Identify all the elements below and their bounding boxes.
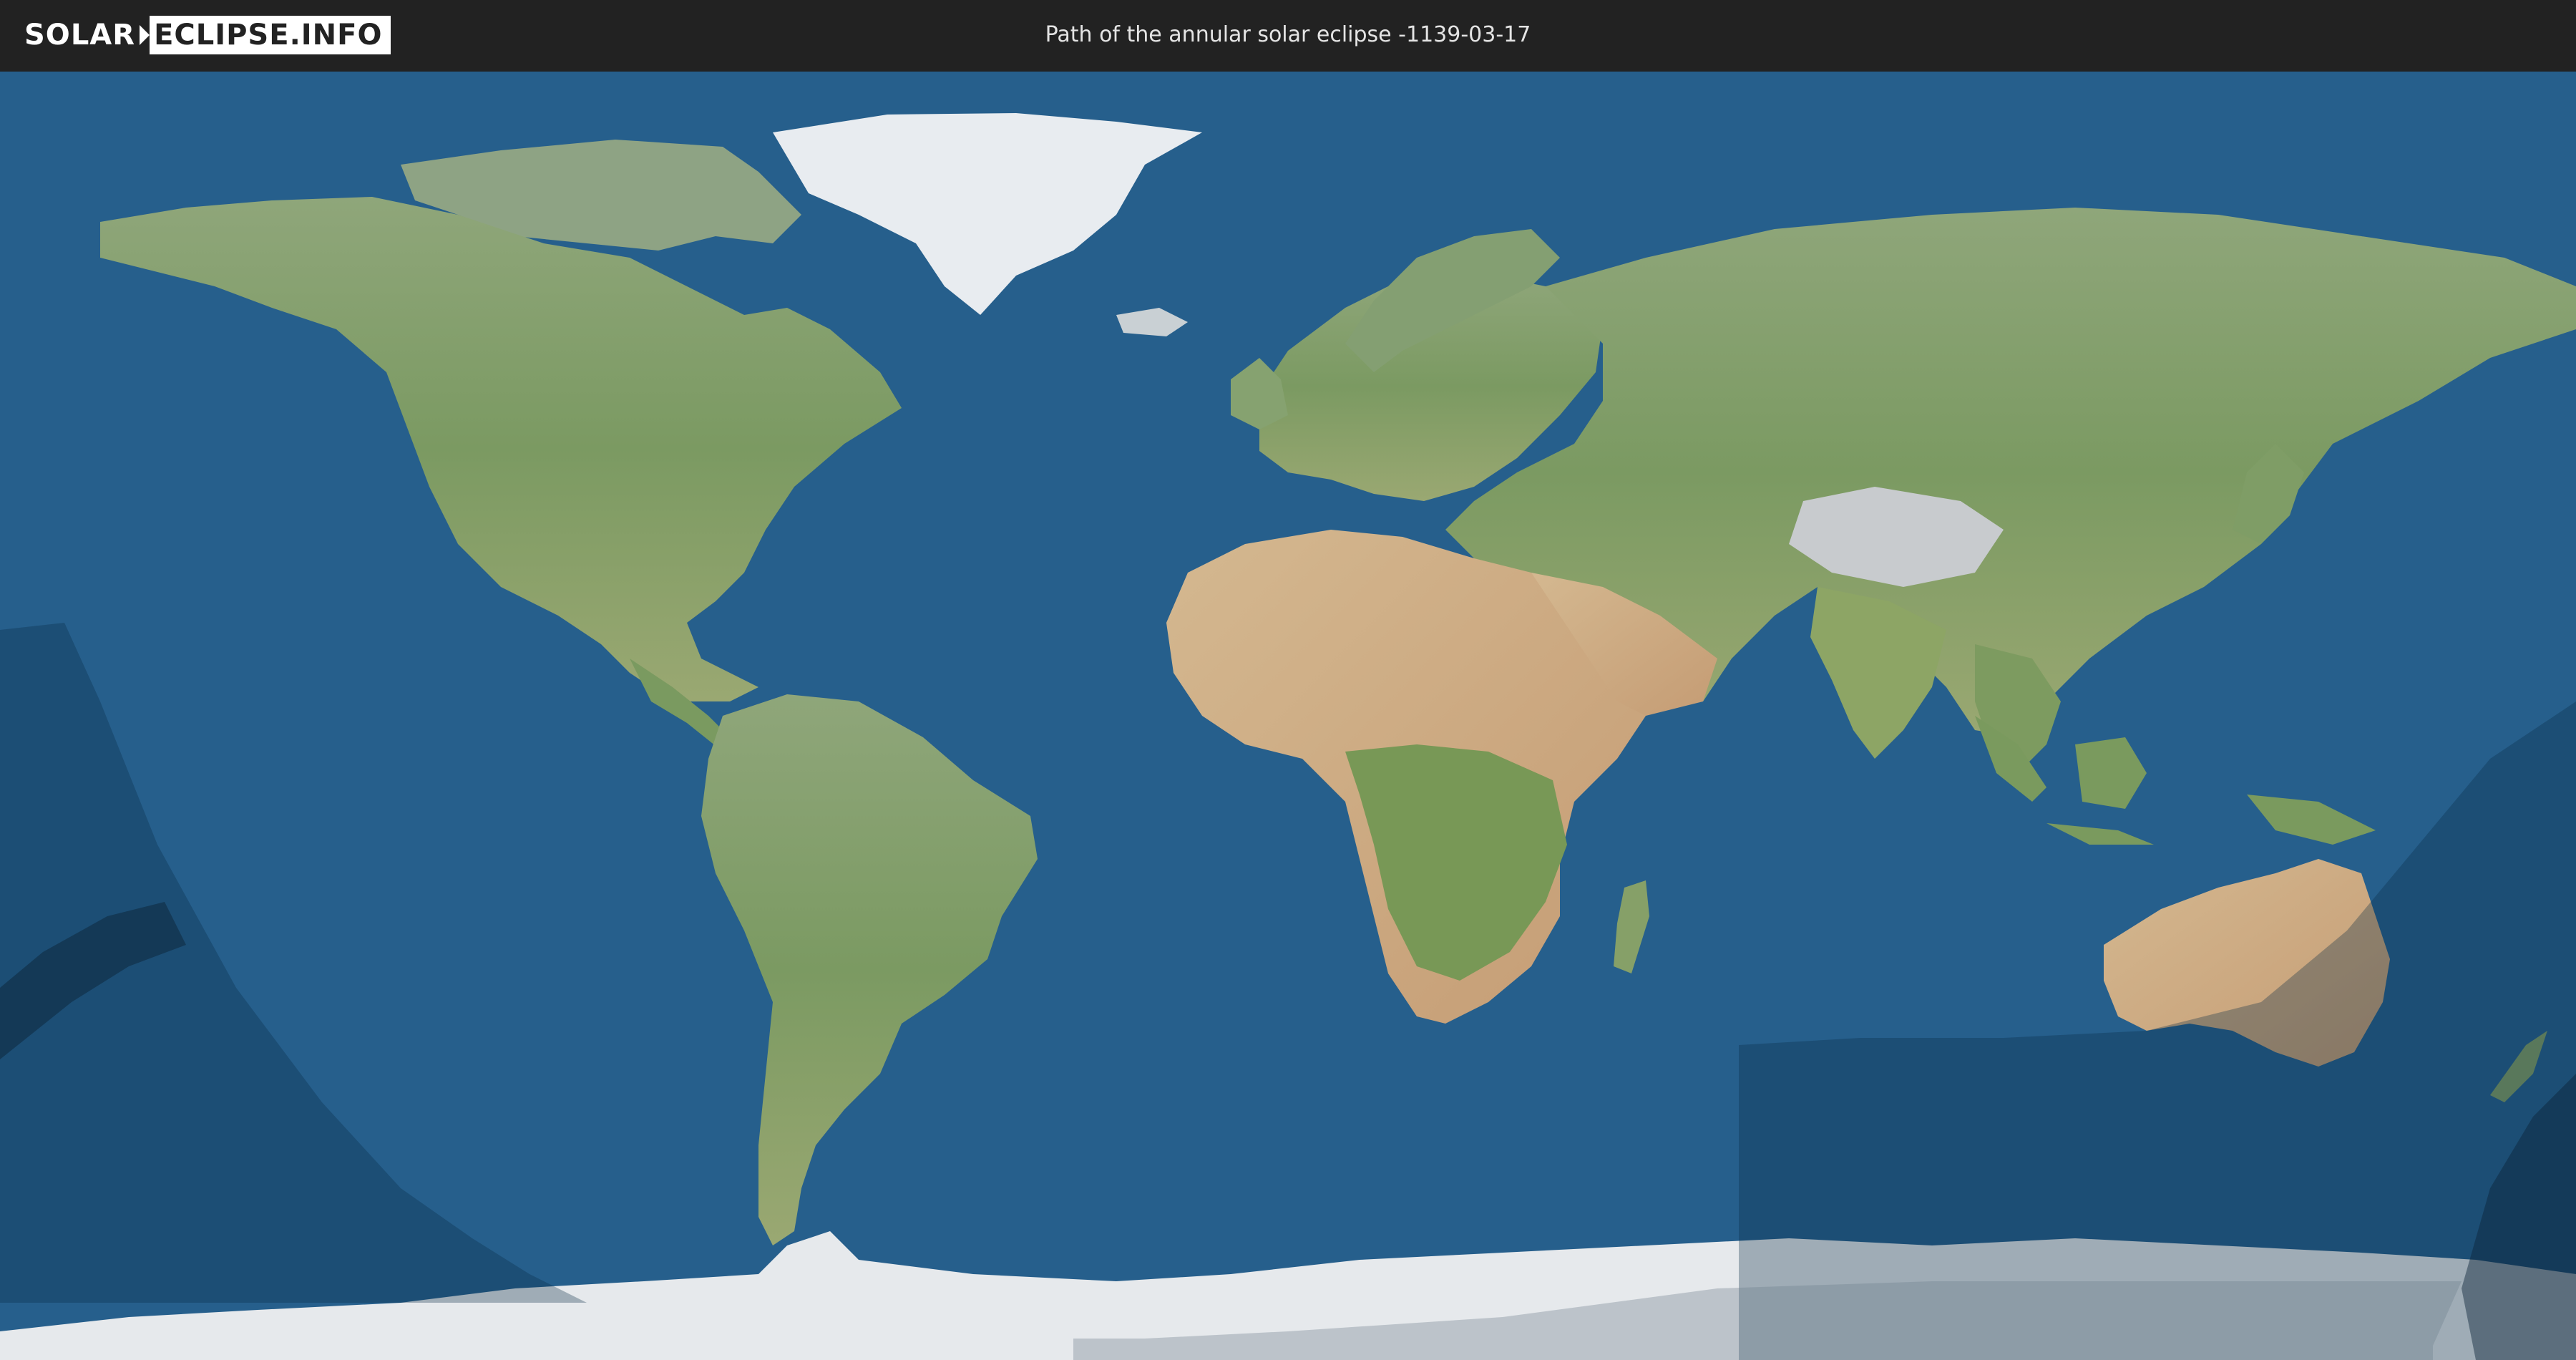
world-map-svg (0, 72, 2576, 1360)
page-title: Path of the annular solar eclipse -1139-… (1045, 22, 1531, 47)
world-map (0, 72, 2576, 1360)
top-bar: SOLAR ECLIPSE.INFO Path of the annular s… (0, 0, 2576, 72)
